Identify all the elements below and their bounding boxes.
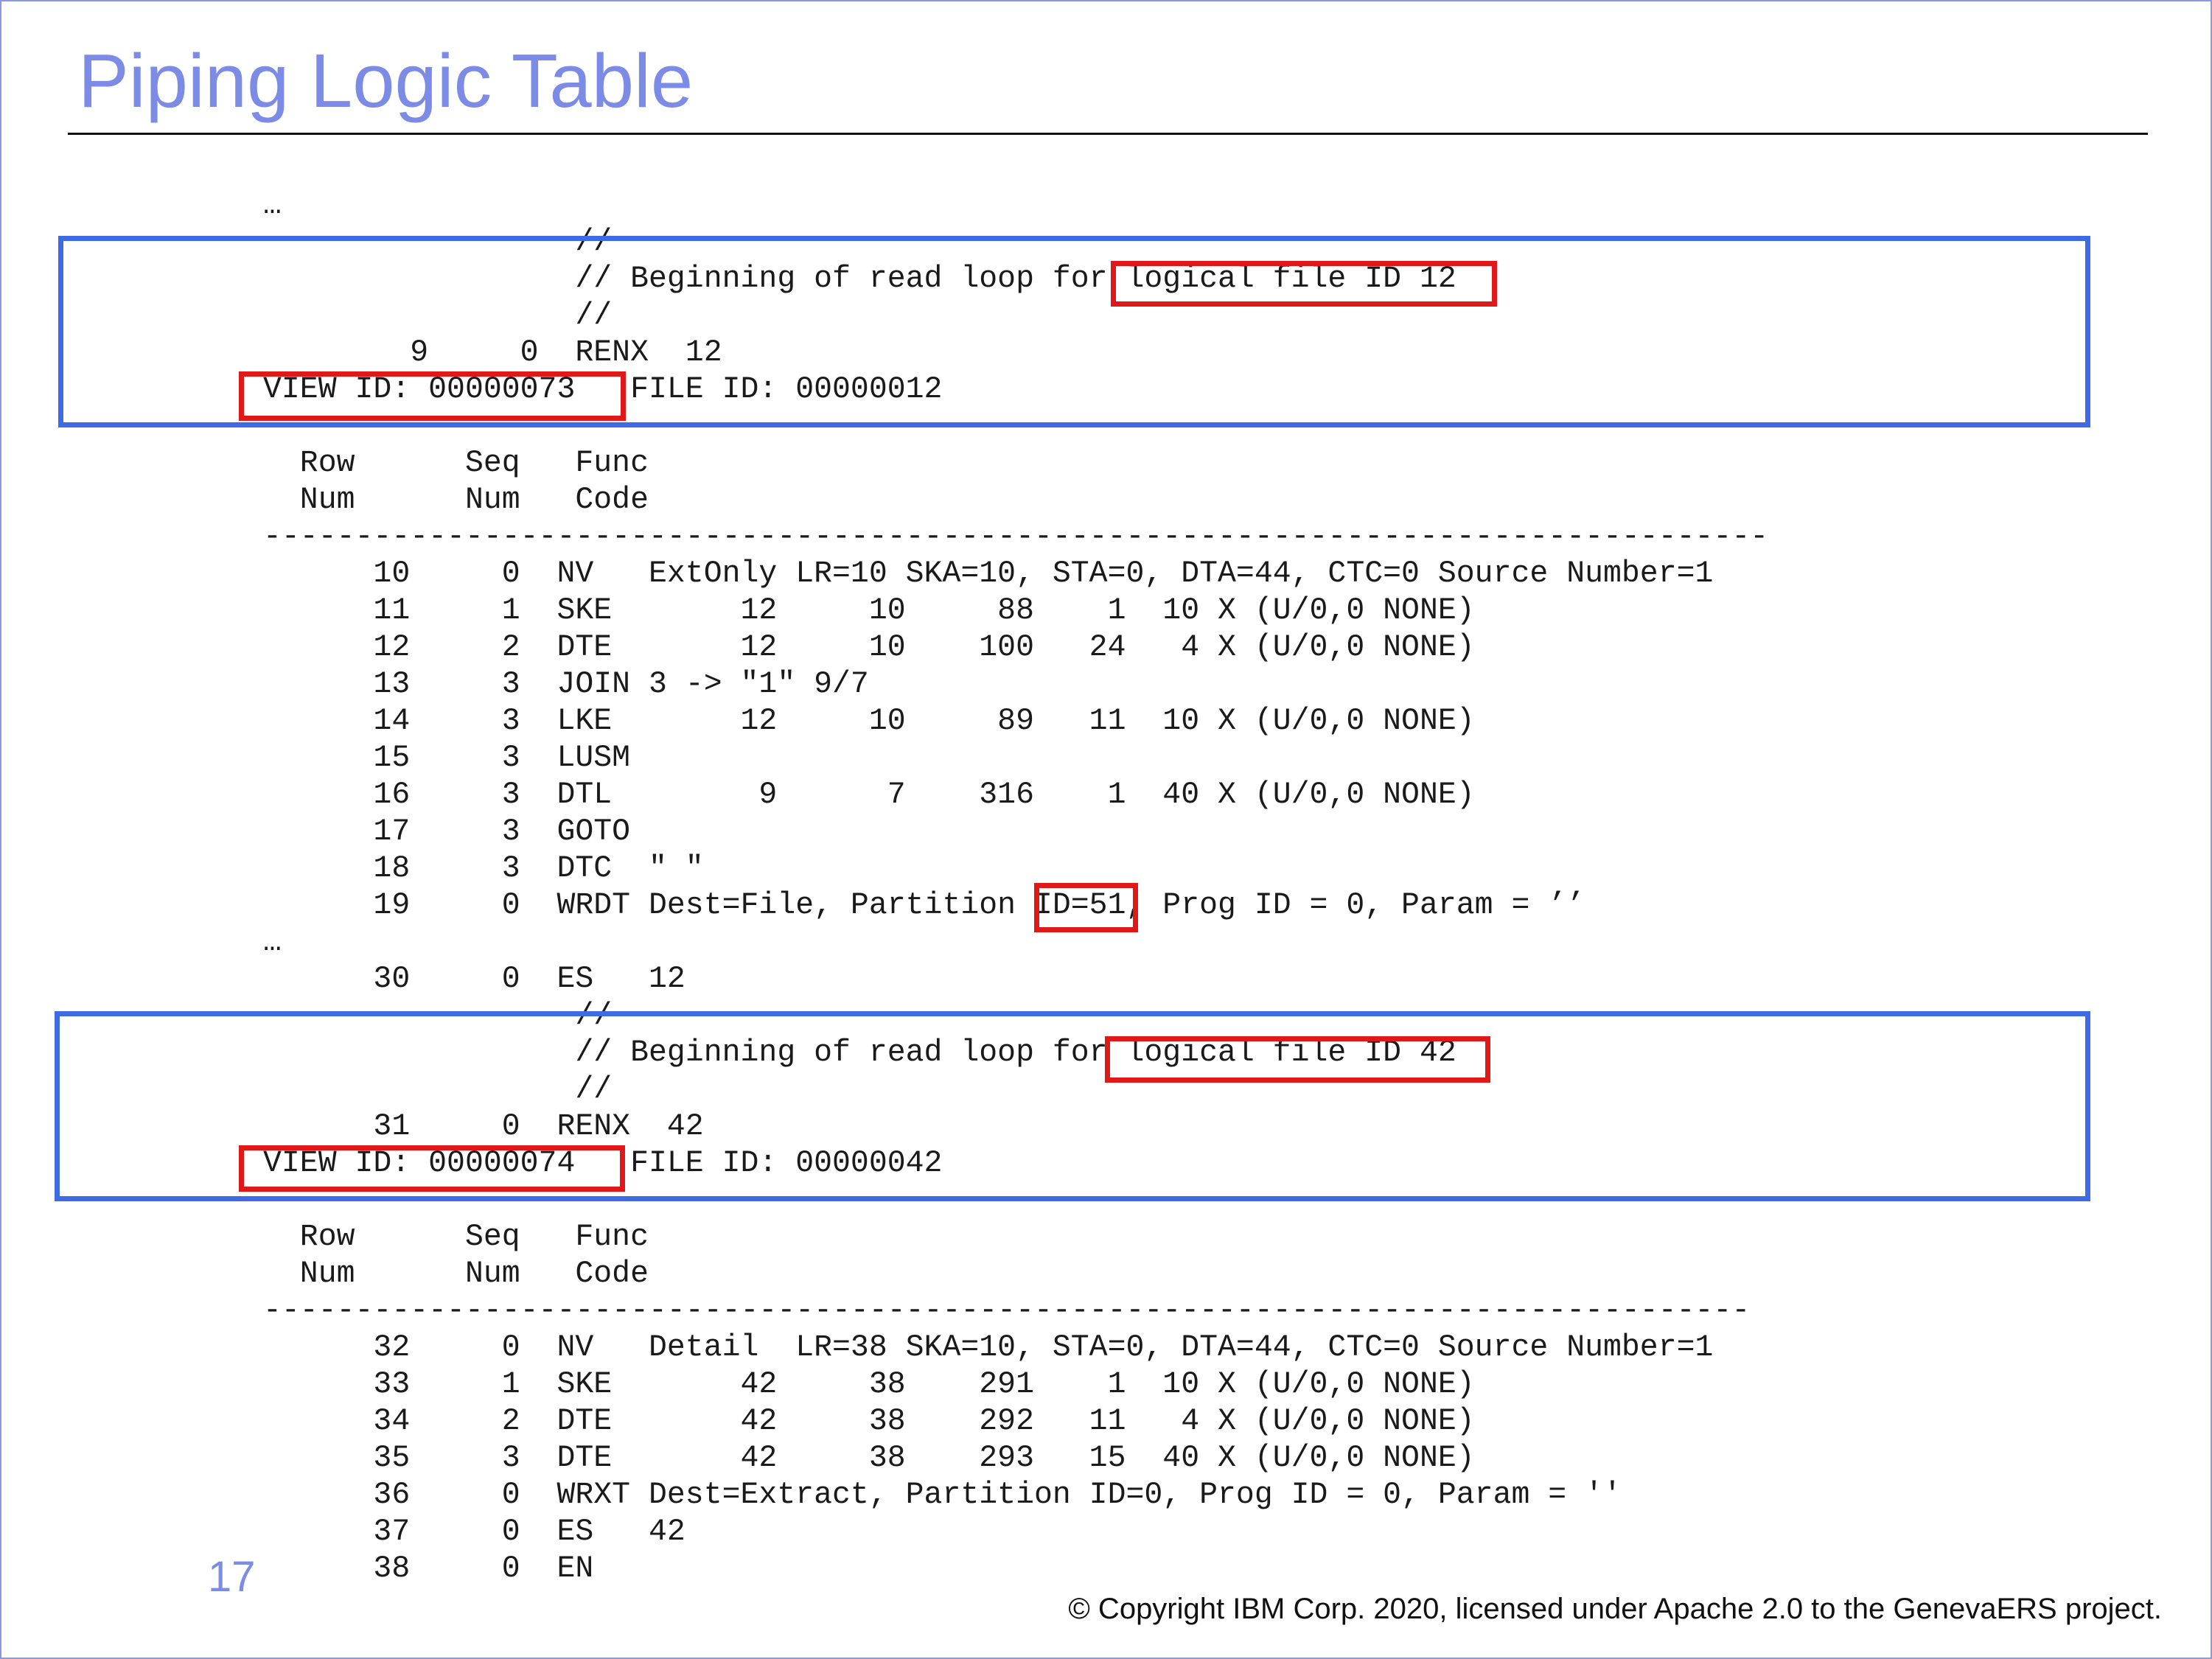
listing-line: 19 0 WRDT Dest=File, Partition ID=51, Pr… [263, 888, 1585, 923]
copyright-notice: © Copyright IBM Corp. 2020, licensed und… [1068, 1593, 2162, 1625]
slide: Piping Logic Table … // // Beginning of … [0, 0, 2212, 1659]
listing-line: 12 2 DTE 12 10 100 24 4 X (U/0,0 NONE) [263, 630, 1475, 665]
listing-line: 37 0 ES 42 [263, 1515, 685, 1549]
listing-line: 30 0 ES 12 [263, 962, 685, 996]
view-id-74-highlight [239, 1145, 625, 1192]
listing-line: 35 3 DTE 42 38 293 15 40 X (U/0,0 NONE) [263, 1441, 1475, 1475]
slide-title: Piping Logic Table [78, 38, 694, 123]
view-id-73-highlight [239, 371, 626, 421]
page-number: 17 [208, 1553, 256, 1601]
listing-line: ----------------------------------------… [263, 1293, 1751, 1328]
partition-id-51-highlight [1034, 883, 1138, 932]
listing-line: Num Num Code [263, 483, 649, 517]
listing-line: 32 0 NV Detail LR=38 SKA=10, STA=0, DTA=… [263, 1330, 1714, 1365]
logical-file-id-42-highlight [1105, 1036, 1490, 1083]
listing-line: 36 0 WRXT Dest=Extract, Partition ID=0, … [263, 1478, 1622, 1512]
listing-line: 11 1 SKE 12 10 88 1 10 X (U/0,0 NONE) [263, 593, 1475, 628]
listing-line: 10 0 NV ExtOnly LR=10 SKA=10, STA=0, DTA… [263, 556, 1714, 591]
listing-line: 14 3 LKE 12 10 89 11 10 X (U/0,0 NONE) [263, 704, 1475, 738]
listing-line: Num Num Code [263, 1257, 649, 1291]
listing-line: … [263, 925, 282, 960]
listing-line: 18 3 DTC " " [263, 851, 704, 886]
listing-line: … [263, 188, 282, 223]
listing-line: 33 1 SKE 42 38 291 1 10 X (U/0,0 NONE) [263, 1367, 1475, 1402]
listing-line: Row Seq Func [263, 1220, 649, 1254]
listing-line: 16 3 DTL 9 7 316 1 40 X (U/0,0 NONE) [263, 778, 1475, 812]
listing-line: 38 0 EN [263, 1551, 594, 1586]
listing-line: ----------------------------------------… [263, 520, 1769, 554]
listing-line: 13 3 JOIN 3 -> "1" 9/7 [263, 667, 869, 702]
listing-line: 17 3 GOTO [263, 814, 631, 849]
listing-line: 34 2 DTE 42 38 292 11 4 X (U/0,0 NONE) [263, 1404, 1475, 1439]
title-divider [68, 133, 2148, 135]
logical-file-id-12-highlight [1111, 261, 1497, 307]
listing-line: 15 3 LUSM [263, 741, 631, 775]
listing-line: Row Seq Func [263, 446, 649, 481]
